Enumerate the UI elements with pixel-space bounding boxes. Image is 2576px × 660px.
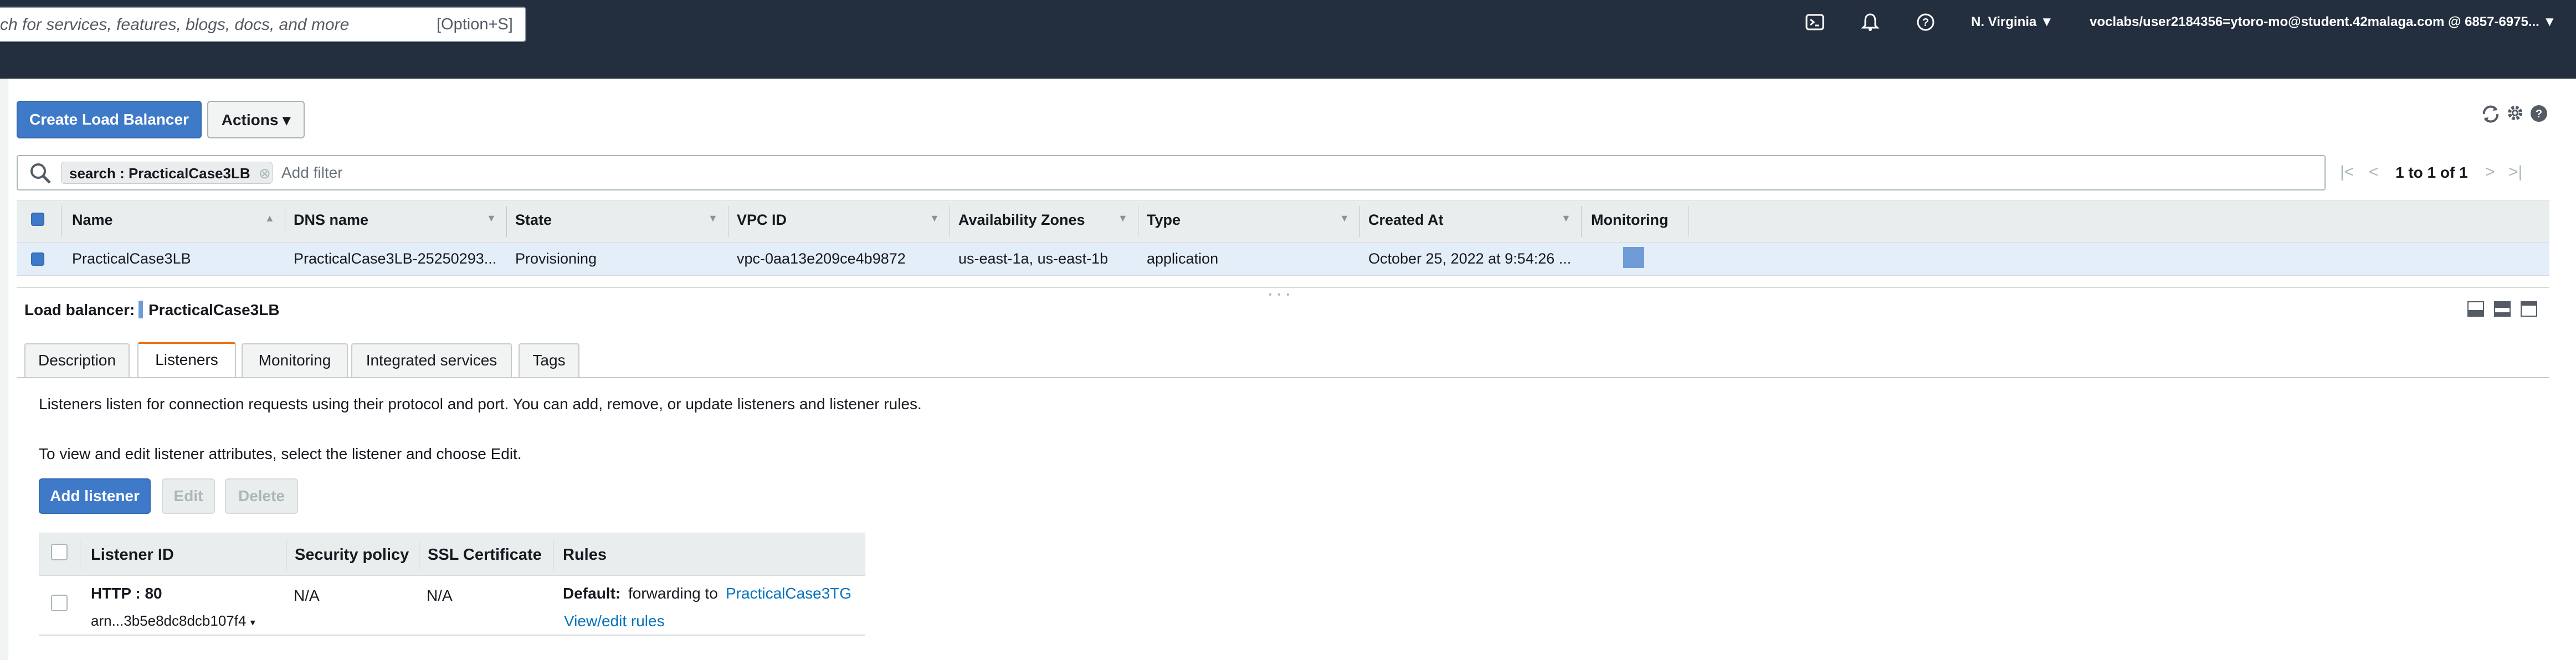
- sort-icon[interactable]: ▼: [1561, 213, 1571, 224]
- listener-row-checkbox[interactable]: [51, 595, 68, 611]
- listener-security-policy: N/A: [294, 587, 320, 604]
- actions-button[interactable]: Actions ▾: [207, 101, 305, 138]
- column-header-vpc[interactable]: VPC ID: [737, 212, 787, 229]
- resize-handle-icon[interactable]: • • •: [1269, 290, 1291, 300]
- tab-description[interactable]: Description: [24, 343, 130, 378]
- left-gutter: [0, 79, 8, 660]
- select-all-checkbox[interactable]: [31, 213, 44, 226]
- column-header-ssl-certificate: SSL Certificate: [428, 546, 542, 564]
- svg-text:?: ?: [2536, 108, 2542, 120]
- tab-underline: [17, 377, 2549, 378]
- sort-icon[interactable]: ▼: [1340, 213, 1349, 224]
- search-shortcut-hint: [Option+S]: [437, 16, 513, 33]
- chevron-down-icon[interactable]: ▾: [250, 617, 255, 628]
- column-header-type[interactable]: Type: [1147, 212, 1181, 229]
- cell-created: October 25, 2022 at 9:54:26 ...: [1368, 250, 1572, 267]
- cell-dns: PracticalCase3LB-25250293...: [294, 250, 497, 267]
- listeners-edit-hint: To view and edit listener attributes, se…: [39, 445, 522, 462]
- table-header: [17, 200, 2549, 243]
- column-divider: [1359, 206, 1360, 237]
- account-menu[interactable]: voclabs/user2184356=ytoro-mo@student.42m…: [2090, 14, 2556, 30]
- sort-ascending-icon[interactable]: ▲: [265, 213, 275, 224]
- listeners-select-all-checkbox[interactable]: [51, 544, 68, 560]
- next-page-icon[interactable]: >: [2485, 163, 2495, 182]
- panel-divider: [17, 287, 2549, 288]
- add-filter-placeholder: Add filter: [281, 164, 343, 181]
- refresh-icon[interactable]: [2480, 103, 2502, 125]
- bell-icon[interactable]: [1860, 12, 1880, 32]
- column-header-dns[interactable]: DNS name: [294, 212, 368, 229]
- detail-title-label: Load balancer:: [24, 301, 135, 318]
- cell-vpc: vpc-0aa13e209ce4b9872: [737, 250, 906, 267]
- column-divider: [1581, 206, 1582, 237]
- pagination-range: 1 to 1 of 1: [2395, 164, 2468, 181]
- listener-ssl-certificate: N/A: [427, 587, 453, 604]
- search-icon: [29, 162, 52, 185]
- layout-split-icon[interactable]: [2494, 301, 2511, 317]
- sort-icon[interactable]: ▼: [486, 213, 496, 224]
- add-listener-button[interactable]: Add listener: [39, 478, 151, 514]
- target-group-link[interactable]: PracticalCase3TG: [726, 585, 851, 602]
- view-edit-rules-link[interactable]: View/edit rules: [564, 612, 665, 630]
- column-header-listener-id: Listener ID: [91, 546, 174, 564]
- listeners-row-divider: [39, 635, 865, 636]
- search-placeholder: ch for services, features, blogs, docs, …: [0, 16, 350, 34]
- filter-token[interactable]: search : PracticalCase3LB ⊗: [61, 162, 273, 184]
- detail-title-marker: [138, 301, 143, 318]
- column-header-created[interactable]: Created At: [1368, 212, 1444, 229]
- tab-monitoring[interactable]: Monitoring: [242, 343, 348, 378]
- previous-page-icon[interactable]: <: [2369, 163, 2379, 182]
- last-page-icon[interactable]: >|: [2508, 163, 2522, 182]
- column-header-state[interactable]: State: [515, 212, 552, 229]
- column-header-security-policy: Security policy: [295, 546, 409, 564]
- rules-default-label: Default:: [563, 585, 621, 602]
- create-load-balancer-button[interactable]: Create Load Balancer: [17, 101, 202, 138]
- first-page-icon[interactable]: |<: [2340, 163, 2354, 182]
- listener-arn-text: arn...3b5e8dc8dcb107f4: [91, 612, 247, 629]
- cell-state: Provisioning: [515, 250, 597, 267]
- cell-name: PracticalCase3LB: [72, 250, 191, 267]
- edit-button[interactable]: Edit: [162, 478, 215, 514]
- listener-arn[interactable]: arn...3b5e8dc8dcb107f4 ▾: [91, 612, 255, 630]
- sort-icon[interactable]: ▼: [930, 213, 940, 224]
- column-divider: [506, 206, 507, 237]
- help-icon[interactable]: ?: [1916, 12, 1936, 32]
- cell-type: application: [1147, 250, 1219, 267]
- tab-listeners[interactable]: Listeners: [137, 342, 236, 378]
- layout-full-icon[interactable]: [2521, 301, 2537, 317]
- layout-bottom-icon[interactable]: [2467, 301, 2484, 317]
- detail-title-name: PracticalCase3LB: [148, 301, 280, 318]
- row-checkbox[interactable]: [31, 252, 44, 266]
- sort-icon[interactable]: ▼: [708, 213, 718, 224]
- help-icon[interactable]: ?: [2529, 104, 2548, 123]
- svg-text:?: ?: [1922, 17, 1929, 29]
- filter-search-bar[interactable]: [17, 155, 2326, 190]
- column-header-name[interactable]: Name: [72, 212, 113, 229]
- delete-button[interactable]: Delete: [225, 478, 298, 514]
- cell-zones: us-east-1a, us-east-1b: [958, 250, 1109, 267]
- close-icon[interactable]: ⊗: [259, 165, 271, 182]
- tab-tags[interactable]: Tags: [519, 343, 579, 378]
- listener-id: HTTP : 80: [91, 585, 162, 602]
- settings-icon[interactable]: [2505, 103, 2525, 123]
- column-header-zones[interactable]: Availability Zones: [958, 212, 1085, 229]
- column-header-monitoring[interactable]: Monitoring: [1591, 212, 1668, 229]
- filter-token-label: search : PracticalCase3LB: [69, 165, 250, 182]
- tab-integrated-services[interactable]: Integrated services: [351, 343, 512, 378]
- monitoring-chart-icon[interactable]: [1623, 247, 1644, 268]
- listeners-info-text: Listeners listen for connection requests…: [39, 395, 922, 412]
- sort-icon[interactable]: ▼: [1118, 213, 1128, 224]
- region-selector[interactable]: N. Virginia ▼: [1971, 14, 2054, 30]
- column-header-rules: Rules: [563, 546, 607, 564]
- rules-forwarding-text: forwarding to: [628, 585, 718, 602]
- cloudshell-icon[interactable]: [1805, 12, 1825, 32]
